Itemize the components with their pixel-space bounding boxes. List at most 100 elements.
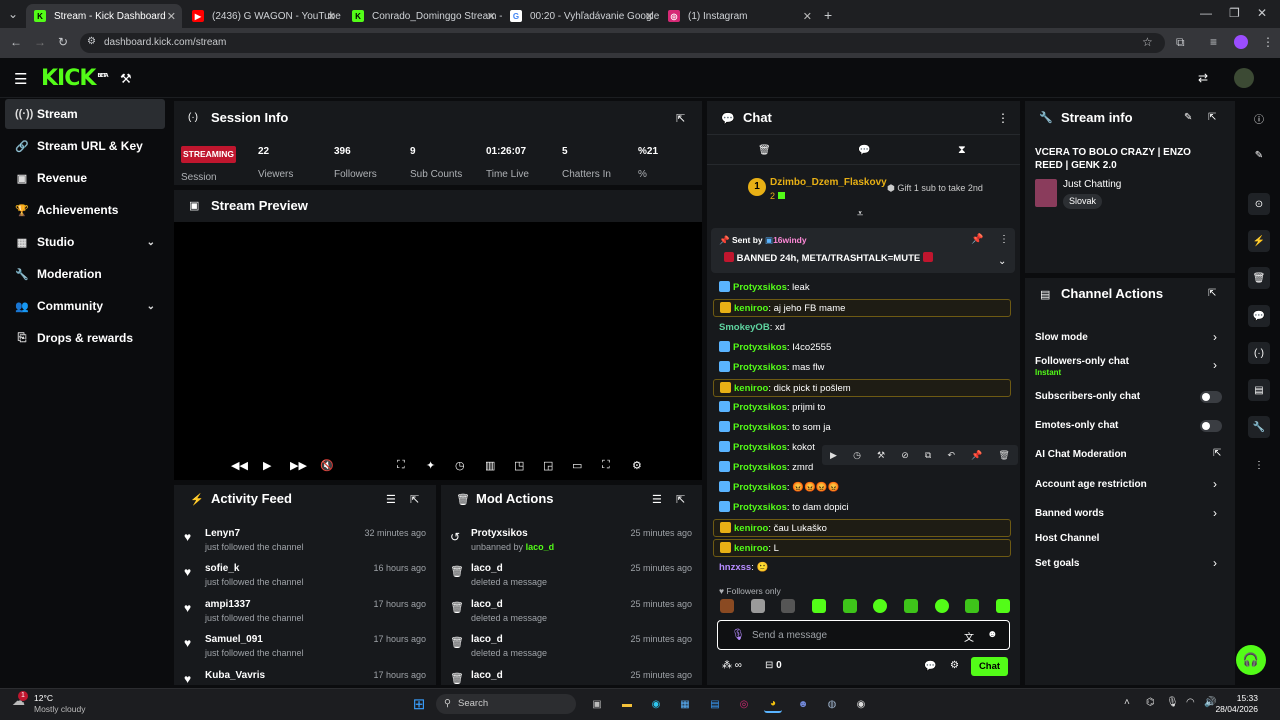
- category-thumbnail[interactable]: [1035, 179, 1057, 207]
- emote-icon[interactable]: [903, 599, 918, 613]
- chat-bubble-icon[interactable]: 💬: [858, 145, 870, 156]
- steam-icon[interactable]: ◍: [823, 695, 841, 713]
- chat-username[interactable]: SmokeyOB: [719, 322, 770, 333]
- close-icon[interactable]: ✕: [167, 10, 176, 23]
- chat-menu-icon[interactable]: ⋮: [997, 111, 1009, 125]
- minimize-button[interactable]: —: [1200, 6, 1212, 20]
- chrome-icon[interactable]: ◕: [764, 695, 782, 713]
- chat-username[interactable]: keniroo: [734, 383, 768, 394]
- chat-message[interactable]: keniroo: čau Lukaško: [713, 519, 1011, 537]
- chat-username[interactable]: hnzxss: [719, 562, 751, 573]
- close-icon[interactable]: ✕: [645, 10, 654, 23]
- theater-mode-icon[interactable]: ▭: [572, 459, 582, 472]
- tab-kick-dashboard[interactable]: K Stream - Kick Dashboard ✕: [26, 4, 182, 28]
- edit-pencil-icon[interactable]: ✎: [1184, 112, 1192, 123]
- mod-action-by[interactable]: laco_d: [526, 542, 555, 552]
- channel-actions-icon[interactable]: ▤: [1248, 379, 1270, 401]
- more-icon[interactable]: ⋮: [1248, 454, 1270, 476]
- chat-username[interactable]: Protyxsikos: [733, 402, 787, 413]
- chat-message[interactable]: Protyxsikos: 😡😡😡😡: [713, 479, 1011, 497]
- toggle-switch[interactable]: [1200, 420, 1222, 432]
- emote-icon[interactable]: [811, 599, 826, 613]
- sidebar-item-achievements[interactable]: 🏆 Achievements: [5, 195, 165, 225]
- chevron-right-icon[interactable]: ›: [1213, 358, 1217, 372]
- chat-username[interactable]: Protyxsikos: [733, 482, 787, 493]
- filter-icon[interactable]: ☰: [386, 493, 396, 506]
- channel-action-followers-only-chat[interactable]: Followers-only chat: [1035, 356, 1129, 367]
- tag-pill[interactable]: Slovak: [1063, 194, 1103, 209]
- obs-icon[interactable]: ◉: [852, 695, 870, 713]
- channel-action-slow-mode[interactable]: Slow mode: [1035, 332, 1088, 343]
- chat-message[interactable]: Protyxsikos: to som ja: [713, 419, 1011, 437]
- close-icon[interactable]: ✕: [487, 10, 496, 23]
- mini-player-icon[interactable]: ◲: [543, 459, 553, 472]
- rewind-icon[interactable]: ◀◀: [231, 459, 248, 472]
- close-window-button[interactable]: ✕: [1257, 6, 1267, 20]
- translate-icon[interactable]: 文: [964, 629, 974, 644]
- edit-pencil-icon[interactable]: ✎: [1248, 144, 1270, 166]
- chat-username[interactable]: Protyxsikos: [733, 362, 787, 373]
- maximize-button[interactable]: ❐: [1229, 6, 1240, 20]
- sidebar-item-community[interactable]: 👥 Community ⌄: [5, 291, 165, 321]
- pin-icon[interactable]: 📌: [971, 450, 982, 461]
- chat-bubble-icon[interactable]: 💬: [924, 661, 936, 672]
- channel-action-ai-chat-moderation[interactable]: AI Chat Moderation: [1035, 449, 1127, 460]
- popout-icon[interactable]: ⇱: [410, 493, 419, 506]
- fast-forward-icon[interactable]: ▶▶: [290, 459, 307, 472]
- popout-icon[interactable]: ⇱: [1208, 288, 1216, 299]
- store-icon[interactable]: ▤: [706, 695, 724, 713]
- back-arrow-icon[interactable]: ←: [10, 35, 22, 49]
- profile-avatar[interactable]: [1234, 35, 1248, 49]
- reply-icon[interactable]: ↶: [947, 450, 955, 461]
- chat-username[interactable]: Protyxsikos: [733, 442, 787, 453]
- channel-action-host-channel[interactable]: Host Channel: [1035, 533, 1099, 544]
- trash-icon[interactable]: 🗑: [1248, 267, 1270, 289]
- chevron-right-icon[interactable]: ›: [1213, 556, 1217, 570]
- block-icon[interactable]: ⊘: [901, 450, 909, 461]
- chat-username[interactable]: Protyxsikos: [733, 462, 787, 473]
- broadcast-icon[interactable]: (·): [1248, 342, 1270, 364]
- collapse-icon[interactable]: ⩡: [857, 208, 863, 221]
- chat-username[interactable]: Protyxsikos: [733, 422, 787, 433]
- chat-message[interactable]: keniroo: aj jeho FB mame: [713, 299, 1011, 317]
- play-icon[interactable]: ▶: [263, 459, 271, 472]
- mute-icon[interactable]: 🔇: [320, 459, 334, 472]
- popout-icon[interactable]: ⇱: [1208, 112, 1216, 123]
- chevron-down-icon[interactable]: ⌄: [998, 256, 1006, 267]
- close-icon[interactable]: ✕: [327, 10, 336, 23]
- hamburger-menu-icon[interactable]: ☰: [14, 70, 27, 88]
- ban-hammer-icon[interactable]: ⚒: [877, 450, 885, 461]
- windows-start-icon[interactable]: ⊞: [410, 695, 428, 713]
- camera-icon[interactable]: ⊙: [1248, 193, 1270, 215]
- emote-icon[interactable]: [965, 599, 980, 613]
- tab-instagram[interactable]: ◎ (1) Instagram ✕: [660, 4, 818, 28]
- hammer-icon[interactable]: ⚒: [120, 71, 132, 87]
- pip-icon[interactable]: ◳: [514, 459, 524, 472]
- popout-icon[interactable]: ⇱: [676, 493, 685, 506]
- taskbar-search[interactable]: ⚲ Search: [436, 694, 576, 714]
- user-avatar[interactable]: [1234, 68, 1254, 88]
- emote-icon[interactable]: [781, 599, 796, 613]
- emote-icon[interactable]: [842, 599, 857, 613]
- emote-icon[interactable]: [750, 599, 765, 613]
- emoji-picker-icon[interactable]: ☻: [987, 629, 998, 640]
- channel-action-emotes-only-chat[interactable]: Emotes-only chat: [1035, 420, 1118, 431]
- sidebar-item-revenue[interactable]: ▣ Revenue: [5, 163, 165, 193]
- photos-icon[interactable]: ▦: [676, 695, 694, 713]
- chat-message[interactable]: Protyxsikos: I4co2555: [713, 339, 1011, 357]
- tray-overflow-icon[interactable]: ˄: [1124, 697, 1130, 708]
- channel-action-account-age-restriction[interactable]: Account age restriction: [1035, 479, 1147, 490]
- sparkle-icon[interactable]: ✦: [426, 459, 435, 472]
- chat-username[interactable]: Protyxsikos: [733, 282, 787, 293]
- trash-icon[interactable]: 🗑: [758, 145, 771, 156]
- tab-search-icon[interactable]: ⌄: [8, 7, 18, 21]
- discord-icon[interactable]: ☻: [794, 695, 812, 713]
- stats-icon[interactable]: ▥: [485, 459, 495, 472]
- emote-icon[interactable]: [934, 599, 949, 613]
- chat-message[interactable]: keniroo: L: [713, 539, 1011, 557]
- info-icon[interactable]: ⓘ: [1248, 107, 1270, 129]
- trash-icon[interactable]: 🗑: [998, 450, 1009, 461]
- chevron-right-icon[interactable]: ›: [1213, 506, 1217, 520]
- url-bar[interactable]: dashboard.kick.com/stream: [80, 33, 1165, 53]
- wrench-icon[interactable]: 🔧: [1248, 416, 1270, 438]
